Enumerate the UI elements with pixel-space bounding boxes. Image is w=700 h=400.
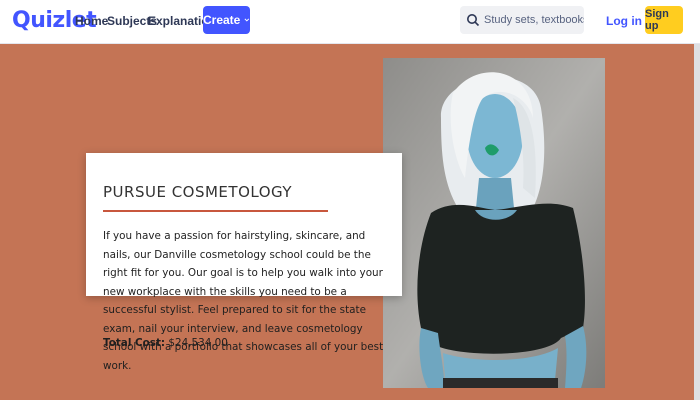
total-cost-label: Total Cost:	[103, 337, 166, 349]
create-button-label: Create	[203, 13, 241, 27]
create-button[interactable]: Create	[203, 6, 250, 34]
total-cost: Total Cost: $24,534.00	[103, 337, 228, 349]
signup-button[interactable]: Sign up	[645, 6, 683, 34]
chevron-down-icon	[244, 18, 250, 22]
top-navigation-bar: Quizlet Home Subjects Explanations Creat…	[0, 0, 700, 44]
nav-home-link[interactable]: Home	[75, 14, 108, 28]
page-scrollbar[interactable]	[694, 44, 700, 400]
total-cost-value: $24,534.00	[168, 337, 228, 349]
section-title: PURSUE COSMETOLOGY	[103, 183, 293, 201]
hero-model-photo	[383, 58, 605, 388]
title-underline	[103, 210, 328, 212]
section-description: If you have a passion for hairstyling, s…	[103, 230, 384, 372]
search-box[interactable]	[460, 6, 584, 34]
search-input[interactable]	[484, 14, 584, 26]
search-icon	[467, 14, 480, 27]
login-link[interactable]: Log in	[606, 14, 642, 28]
